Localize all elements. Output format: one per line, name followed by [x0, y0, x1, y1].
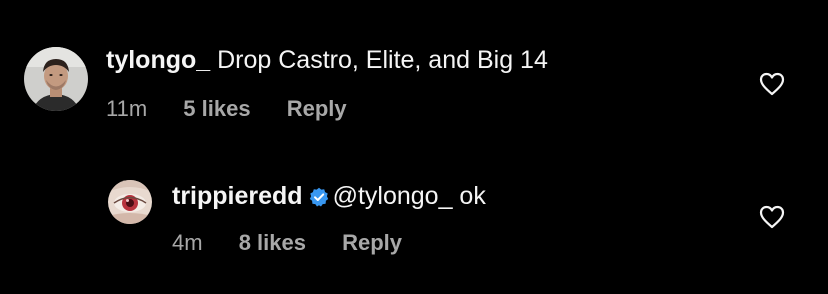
verified-badge-icon	[309, 184, 329, 214]
reply-button[interactable]: Reply	[342, 230, 402, 255]
reply-button[interactable]: Reply	[287, 96, 347, 121]
reply-meta: 4m 8 likes Reply	[172, 230, 432, 256]
avatar[interactable]	[108, 180, 152, 224]
like-count-button[interactable]: 5 likes	[183, 96, 250, 121]
avatar[interactable]	[24, 47, 88, 111]
comment-text: Drop Castro, Elite, and Big 14	[217, 46, 548, 74]
reply-body: trippieredd @tylongo_ ok	[172, 181, 486, 214]
reply-text: @tylongo_ ok	[332, 182, 486, 210]
comment-username[interactable]: tylongo_	[106, 46, 210, 74]
comment-body: tylongo_ Drop Castro, Elite, and Big 14	[106, 45, 548, 75]
comment-item: tylongo_ Drop Castro, Elite, and Big 14 …	[0, 0, 828, 150]
reply-timestamp: 4m	[172, 230, 203, 255]
like-count-button[interactable]: 8 likes	[239, 230, 306, 255]
reply-username[interactable]: trippieredd	[172, 182, 303, 210]
reply-item: trippieredd @tylongo_ ok 4m 8 likes Repl…	[0, 150, 828, 294]
comment-meta: 11m 5 likes Reply	[106, 96, 377, 122]
comment-timestamp: 11m	[106, 96, 148, 121]
heart-outline-icon[interactable]	[759, 72, 785, 96]
heart-outline-icon[interactable]	[759, 205, 785, 229]
